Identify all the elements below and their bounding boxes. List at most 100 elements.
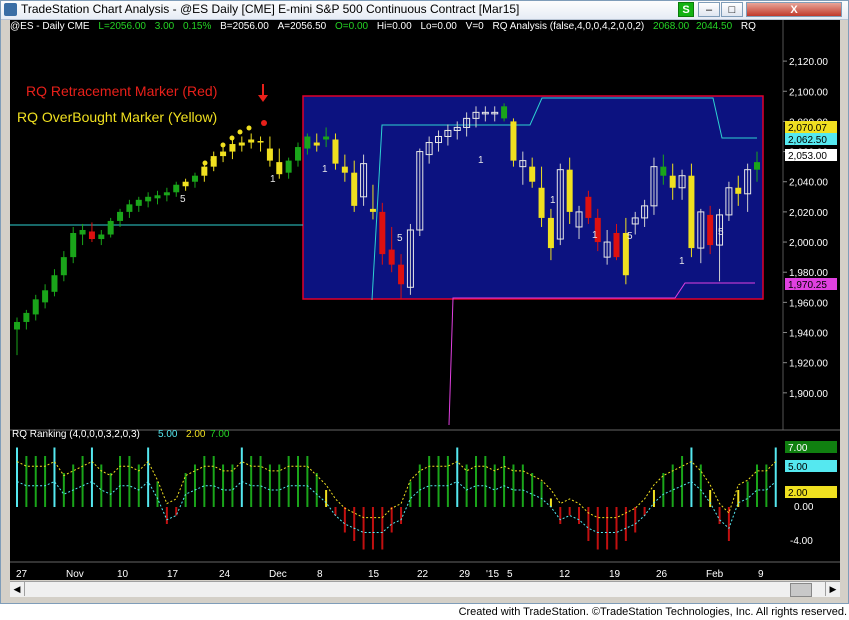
ranking-avg-line: [16, 460, 777, 519]
time-axis-label: 17: [167, 569, 179, 580]
candle-body: [88, 231, 95, 240]
candle-body: [248, 139, 255, 143]
candle-body: [566, 169, 573, 212]
strategy-button[interactable]: S: [678, 2, 694, 17]
time-axis-label: Feb: [706, 569, 724, 580]
time-axis-label: Nov: [66, 569, 84, 580]
overbought-marker: [229, 135, 235, 141]
candle-body: [295, 147, 302, 161]
bar-label: 1: [550, 195, 556, 206]
ind-tag-5: 5.00: [788, 462, 808, 473]
price-axis-label: 2,000.00: [789, 238, 828, 249]
time-axis-label: 24: [219, 569, 231, 580]
ind-axis-neg4: -4.00: [790, 536, 813, 547]
title-bar[interactable]: TradeStation Chart Analysis - @ES Daily …: [1, 1, 848, 20]
candle-body: [51, 275, 58, 292]
candle-body: [191, 175, 198, 182]
minimize-button[interactable]: –: [698, 2, 720, 17]
candle-body: [510, 121, 517, 161]
indicator-v2: 2.00: [186, 429, 206, 440]
retracement-marker: [261, 120, 267, 126]
credit-text: Created with TradeStation. ©TradeStation…: [458, 606, 847, 618]
bar-label: 5: [180, 194, 186, 205]
candle-body: [201, 166, 208, 176]
price-axis-label: 2,020.00: [789, 208, 828, 219]
candle-body: [547, 217, 554, 249]
price-tag-4-text: 1,970.25: [788, 280, 827, 291]
candle-body: [313, 142, 320, 146]
time-axis-label: 9: [758, 569, 764, 580]
ind-tag-2: 2.00: [788, 488, 808, 499]
candle-body: [257, 141, 264, 143]
time-axis-label: 15: [368, 569, 380, 580]
close-button[interactable]: X: [746, 2, 842, 17]
restore-button[interactable]: □: [721, 2, 743, 17]
overbought-marker: [246, 125, 252, 131]
candle-body: [60, 257, 67, 276]
candle-body: [669, 175, 676, 188]
candle-body: [79, 229, 86, 235]
price-chart[interactable]: @ES - Daily CME L=2056.00 3.00 0.15% B=2…: [10, 20, 840, 580]
candle-body: [145, 196, 152, 202]
candle-body: [70, 233, 77, 258]
lower-envelope-line: [448, 282, 755, 426]
bar-label: 5: [397, 233, 403, 244]
price-axis-label: 1,920.00: [789, 359, 828, 370]
indicator-histogram: [16, 447, 777, 550]
price-axis-label: 1,900.00: [789, 389, 828, 400]
price-axis-label: 1,940.00: [789, 329, 828, 340]
chart-canvas: 5115111 515 RQ Retracement Marker (Red) R…: [10, 20, 840, 580]
price-axis-label: 2,120.00: [789, 57, 828, 68]
red-arrow-icon: [258, 84, 268, 102]
bar-label: 5: [627, 231, 633, 242]
bar-label: 1: [592, 230, 598, 241]
price-tag-3-text: 2,053.00: [788, 151, 827, 162]
candle-body: [332, 139, 339, 164]
candle-body: [285, 160, 292, 173]
price-axis-label: 1,980.00: [789, 268, 828, 279]
candle-body: [229, 144, 236, 152]
time-axis-label: 10: [117, 569, 129, 580]
bar-label: 5: [718, 227, 724, 238]
candle-body: [163, 192, 170, 196]
scroll-thumb[interactable]: [790, 583, 812, 597]
candle-body: [369, 208, 376, 212]
legend-red-marker: RQ Retracement Marker (Red): [26, 83, 217, 99]
bar-label: 1: [478, 155, 484, 166]
candle-body: [126, 204, 133, 212]
legend-yellow-marker: RQ OverBought Marker (Yellow): [17, 109, 217, 125]
horizontal-scrollbar[interactable]: ◀ ▶: [10, 581, 840, 597]
ind-tag-7: 7.00: [788, 443, 808, 454]
candle-body: [173, 184, 180, 193]
overbought-marker: [237, 129, 243, 135]
price-tag-1-text: 2,070.07: [788, 123, 827, 134]
time-axis-label: 29: [459, 569, 471, 580]
candle-body: [304, 136, 311, 149]
scroll-left-icon[interactable]: ◀: [10, 582, 25, 596]
candle-body: [379, 211, 386, 255]
candle-body: [32, 299, 39, 315]
candle-body: [351, 172, 358, 206]
candle-body: [388, 249, 395, 265]
app-icon: [4, 3, 17, 16]
price-axis-label: 2,100.00: [789, 87, 828, 98]
candle-body: [501, 106, 508, 119]
time-axis-label: 27: [16, 569, 28, 580]
time-axis-label: '15: [486, 569, 499, 580]
time-axis-label: Dec: [269, 569, 287, 580]
candle-body: [42, 290, 49, 303]
bar-label: 1: [270, 174, 276, 185]
scroll-right-icon[interactable]: ▶: [825, 582, 840, 596]
candle-body: [23, 312, 30, 322]
time-axis: 27 Nov 10 17 24 Dec 8 15 22 29 '15 5 12 19 26 Feb 9: [16, 569, 764, 580]
candle-body: [613, 233, 620, 258]
overbought-marker: [220, 142, 226, 148]
bar-label: 1: [679, 256, 685, 267]
candle-body: [754, 162, 760, 170]
candle-body: [398, 264, 405, 285]
candle-body: [266, 148, 273, 161]
candle-body: [529, 166, 536, 182]
candle-body: [707, 214, 714, 246]
candle-body: [585, 196, 592, 218]
price-tag-2-text: 2,062.50: [788, 135, 827, 146]
